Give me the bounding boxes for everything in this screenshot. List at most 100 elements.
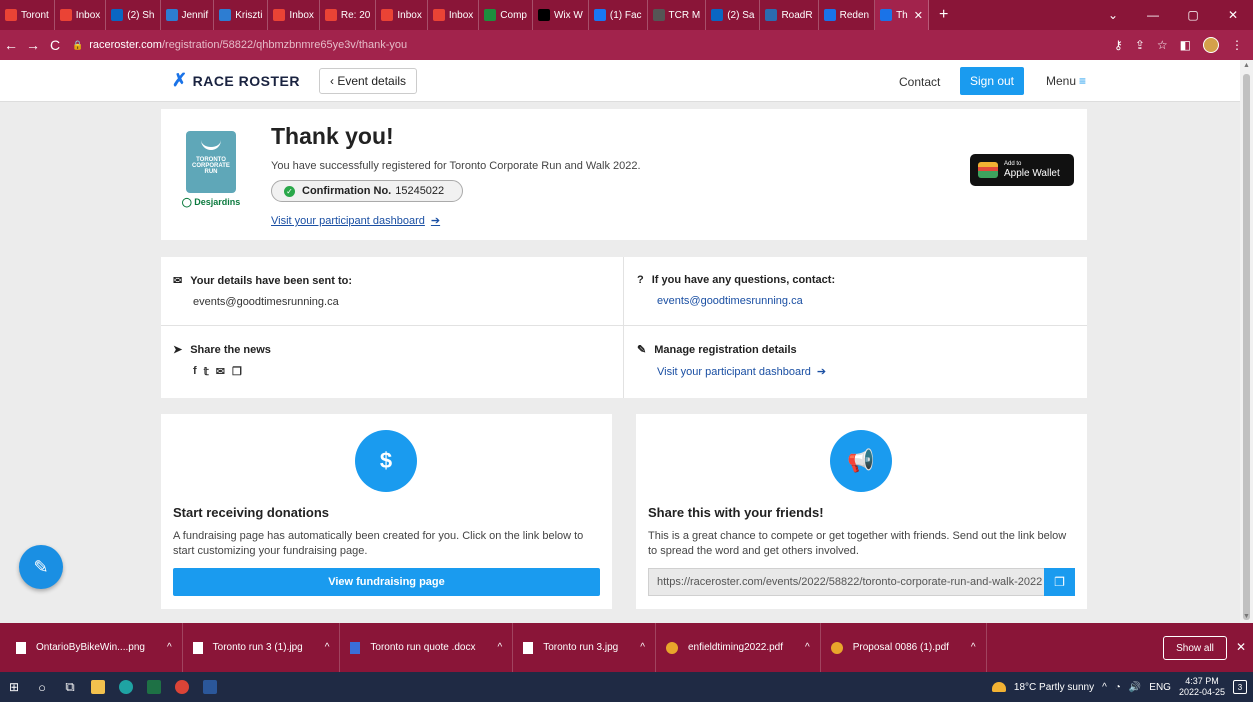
browser-tab[interactable]: Re: 20 [320,0,377,30]
download-item[interactable]: Toronto run 3 (1).jpg ^ [183,623,341,672]
browser-tab[interactable]: Wix W [533,0,589,30]
edit-pencil-button[interactable]: ✎ [19,545,63,589]
manage-section: ✎ Manage registration details Visit your … [637,343,826,379]
site-header: ✗ RACE ROSTER ‹ Event details Contact Si… [0,60,1240,102]
participant-dashboard-link[interactable]: Visit your participant dashboard ➔ [271,214,440,227]
browser-tab[interactable]: Inbox [55,0,107,30]
language-indicator[interactable]: ENG [1149,682,1171,693]
network-icon[interactable]: ◔ [1115,682,1121,693]
chevron-up-icon[interactable]: ^ [1102,682,1107,693]
file-explorer-icon[interactable] [84,672,112,702]
task-view-icon[interactable]: ⧉ [56,672,84,702]
chevron-up-icon[interactable]: ^ [805,642,810,653]
page-title: Thank you! [271,123,394,149]
kebab-menu-icon[interactable]: ⋮ [1231,38,1243,52]
minimize-button[interactable]: — [1133,0,1173,30]
download-item[interactable]: Toronto run 3.jpg ^ [513,623,656,672]
event-details-button[interactable]: ‹ Event details [319,68,418,94]
manage-dashboard-link[interactable]: Visit your participant dashboard ➔ [637,365,826,378]
browser-tab[interactable]: TCR M [648,0,707,30]
windows-start-icon[interactable]: ⊞ [0,672,28,702]
app-icon [165,9,178,21]
sent-to-email: events@goodtimesrunning.ca [193,296,339,308]
raceroster-icon [823,9,836,21]
chrome-icon[interactable] [168,672,196,702]
volume-icon[interactable]: 🔊 [1129,682,1141,693]
sidepanel-icon[interactable]: ◧ [1180,38,1191,52]
scroll-down-icon[interactable]: ▼ [1243,613,1250,620]
share-icon[interactable]: ⇪ [1135,38,1145,52]
sign-out-button[interactable]: Sign out [960,67,1024,95]
race-roster-logo[interactable]: ✗ RACE ROSTER [172,70,300,91]
clock-date: 2022-04-25 [1178,687,1225,697]
show-all-downloads-button[interactable]: Show all [1163,636,1227,660]
profile-avatar[interactable] [1203,37,1219,53]
reload-icon[interactable]: C [44,37,66,53]
close-icon[interactable]: ✕ [1236,640,1246,654]
page-scrollbar[interactable]: ▲ ▼ [1240,60,1253,623]
browser-tab[interactable]: (1) Fac [589,0,648,30]
copy-url-button[interactable]: ❐ [1044,568,1075,596]
app-icon [765,9,778,21]
tab-label: Kriszti [235,9,263,21]
scrollbar-thumb[interactable] [1243,74,1250,620]
browser-tab[interactable]: Reden [819,0,876,30]
image-file-icon [523,641,534,654]
download-filename: Toronto run 3.jpg [543,642,619,653]
word-icon[interactable] [196,672,224,702]
close-tab-icon[interactable]: ✕ [914,9,923,22]
view-fundraising-button[interactable]: View fundraising page [173,568,600,596]
copy-icon[interactable]: ❐ [232,365,242,378]
search-icon[interactable]: ○ [28,672,56,702]
share-url-field[interactable]: https://raceroster.com/events/2022/58822… [648,568,1046,596]
tab-search-icon[interactable]: ⌄ [1093,0,1133,30]
maximize-button[interactable]: ▢ [1173,0,1213,30]
email-icon[interactable]: ✉ [216,365,225,378]
browser-tab[interactable]: (2) Sh [106,0,161,30]
weather-text[interactable]: 18°C Partly sunny [1014,682,1094,693]
browser-tab[interactable]: Kriszti [214,0,269,30]
edge-icon[interactable] [112,672,140,702]
chevron-up-icon[interactable]: ^ [325,642,330,653]
back-icon[interactable]: ← [0,37,22,53]
chevron-up-icon[interactable]: ^ [497,642,502,653]
lock-icon: 🔒 [72,39,84,50]
event-logo: TORONTO CORPORATE RUN ◯ Desjardins [181,131,241,231]
chevron-up-icon[interactable]: ^ [971,642,976,653]
browser-tab[interactable]: Jennif [161,0,215,30]
tab-label: Jennif [181,9,209,21]
chevron-up-icon[interactable]: ^ [640,642,645,653]
new-tab-button[interactable]: + [929,6,958,24]
excel-icon[interactable] [140,672,168,702]
download-item[interactable]: enfieldtiming2022.pdf ^ [656,623,821,672]
menu-button[interactable]: Menu ≡ [1046,74,1086,88]
scroll-up-icon[interactable]: ▲ [1243,62,1250,69]
browser-tab[interactable]: Comp [479,0,533,30]
contact-email-link[interactable]: events@goodtimesrunning.ca [637,295,835,307]
key-icon[interactable]: ⚷ [1114,38,1123,52]
download-item[interactable]: Toronto run quote .docx ^ [340,623,514,672]
tab-label: Wix W [553,9,583,21]
download-item[interactable]: Proposal 0086 (1).pdf ^ [821,623,987,672]
browser-tab[interactable]: Inbox [428,0,480,30]
browser-tab[interactable]: Toront [0,0,55,30]
facebook-icon[interactable]: f [193,365,197,378]
url-field[interactable]: 🔒 raceroster.com/registration/58822/qhbm… [72,34,972,56]
tab-label: Reden [839,9,870,21]
download-item[interactable]: OntarioByBikeWin....png ^ [6,623,183,672]
browser-tab[interactable]: Th ✕ [875,0,929,30]
apple-wallet-button[interactable]: Add to Apple Wallet [970,154,1074,186]
forward-icon[interactable]: → [22,37,44,53]
contact-link[interactable]: Contact [899,75,940,89]
twitter-icon[interactable]: 𝕥 [204,365,209,378]
toolbar-actions: ⚷ ⇪ ☆ ◧ ⋮ [1114,37,1253,53]
browser-tab[interactable]: Inbox [376,0,428,30]
close-window-button[interactable]: ✕ [1213,0,1253,30]
notification-icon[interactable]: 3 [1233,680,1247,694]
bookmark-star-icon[interactable]: ☆ [1157,38,1168,52]
browser-tab[interactable]: Inbox [268,0,320,30]
browser-tab[interactable]: RoadR [760,0,819,30]
browser-tab[interactable]: (2) Sa [706,0,761,30]
chevron-up-icon[interactable]: ^ [167,642,172,653]
clock[interactable]: 4:37 PM 2022-04-25 [1179,676,1225,698]
